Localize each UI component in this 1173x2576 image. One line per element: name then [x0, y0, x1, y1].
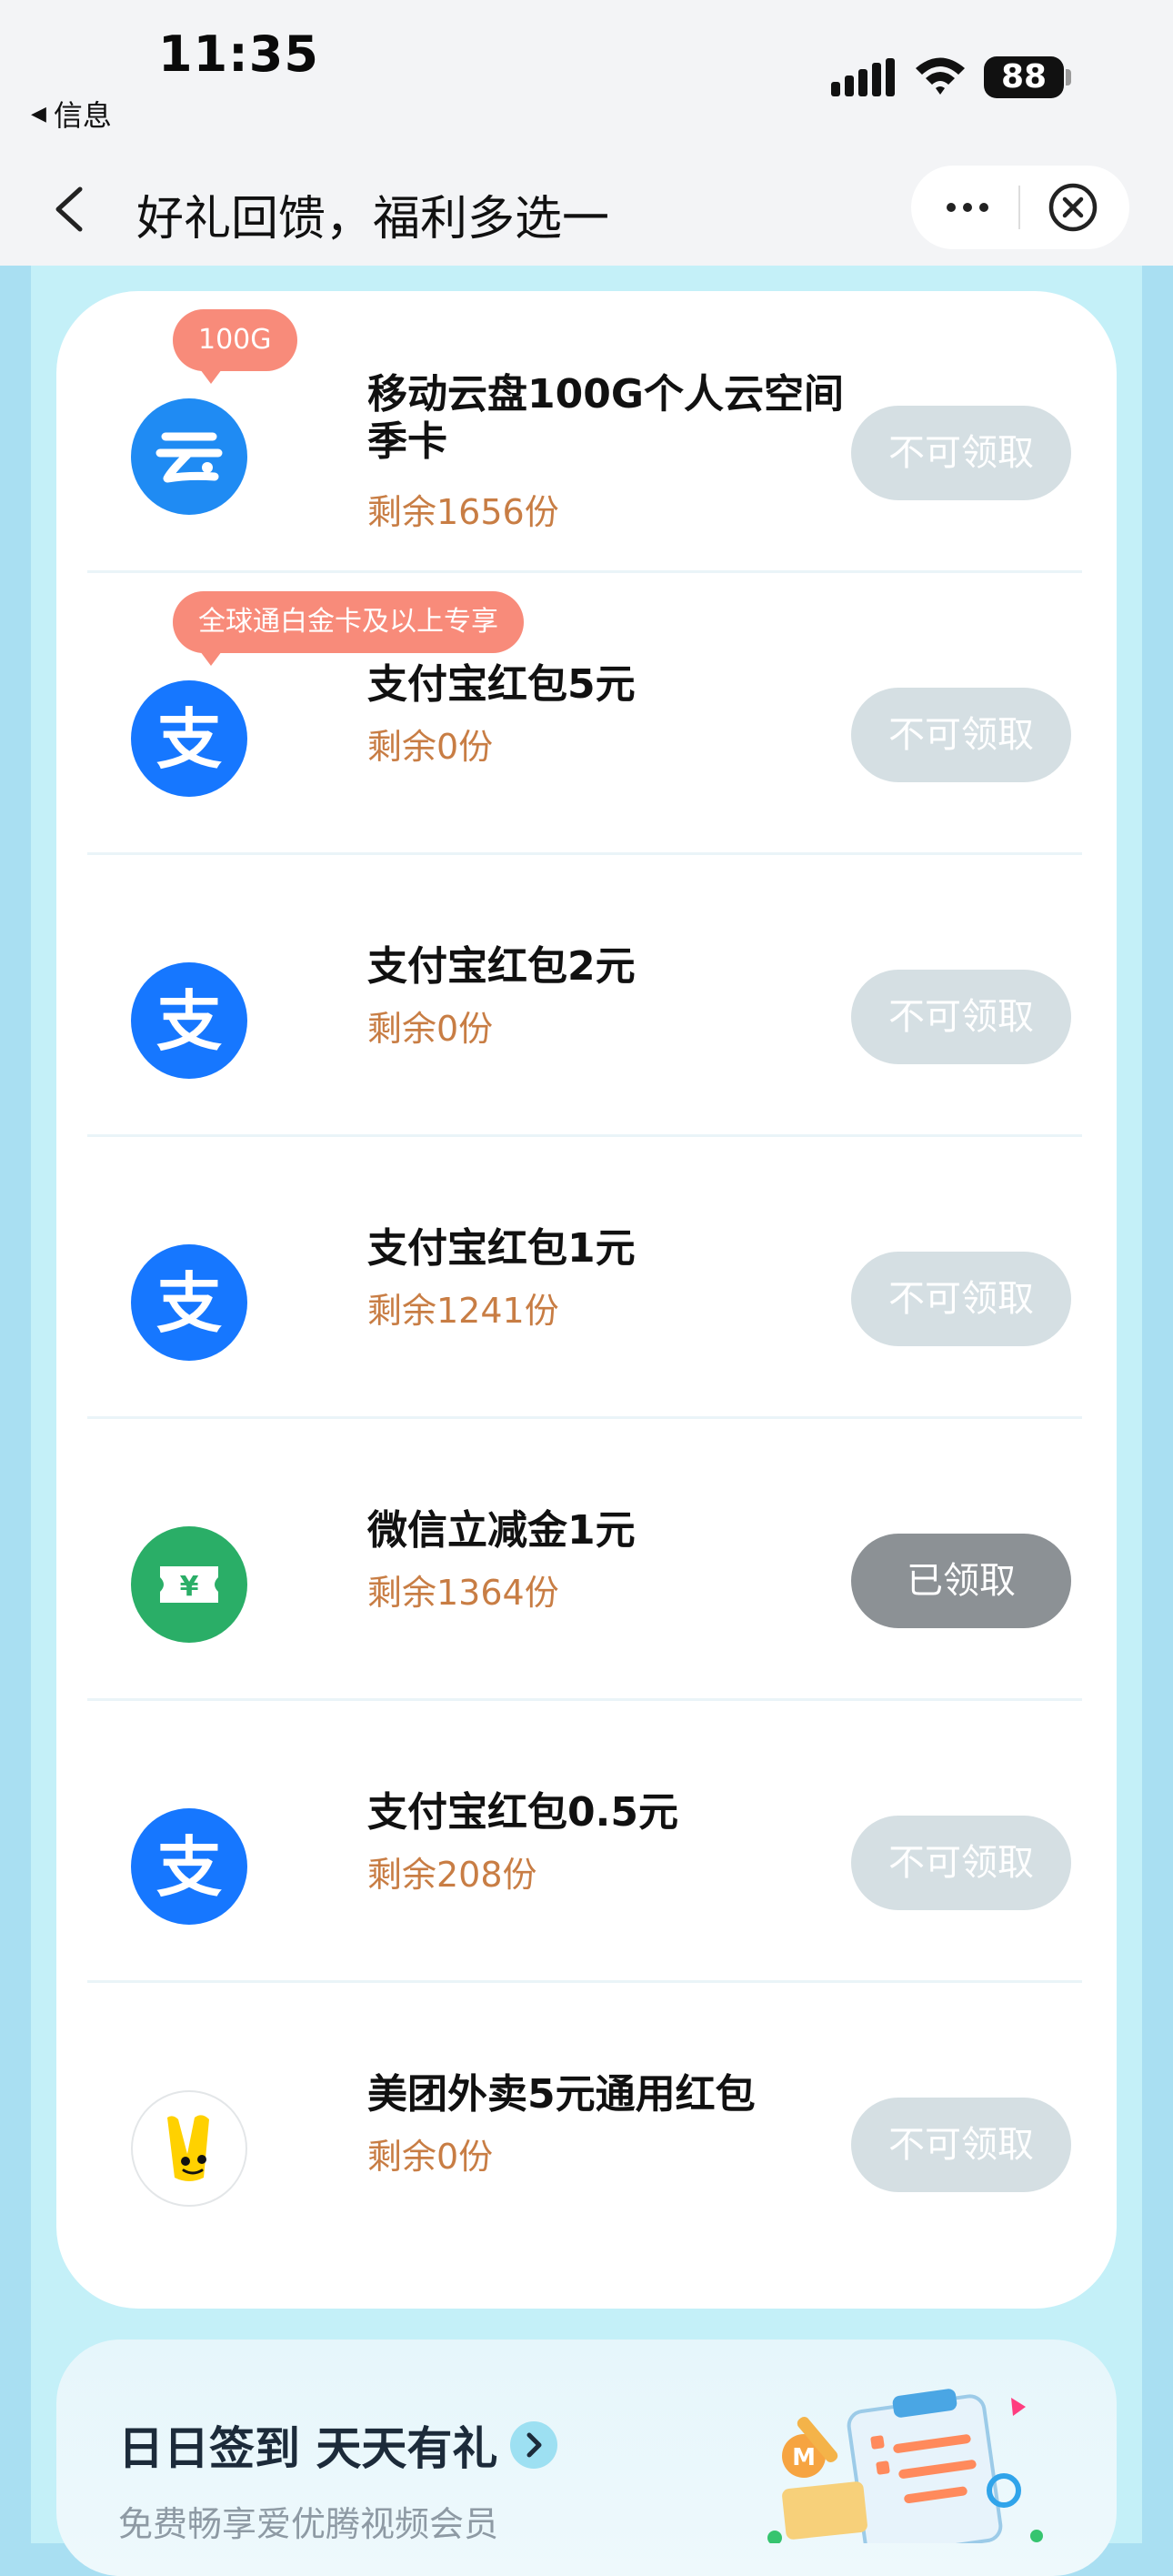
- signin-title[interactable]: 日日签到 天天有礼: [118, 2412, 558, 2478]
- mini-program-capsule: [911, 166, 1129, 249]
- reward-remaining: 剩余208份: [367, 1855, 537, 1895]
- signin-subtitle: 免费畅享爱优腾视频会员: [118, 2504, 499, 2544]
- cellular-signal-icon: [831, 58, 895, 96]
- reward-title: 微信立减金1元: [367, 1507, 636, 1554]
- alipay-icon: 支: [131, 1808, 247, 1925]
- reward-remaining: 剩余1241份: [367, 1291, 559, 1331]
- reward-remaining: 剩余0份: [367, 1009, 494, 1049]
- cloud-disk-icon: [131, 398, 247, 515]
- alipay-icon: 支: [131, 1244, 247, 1361]
- reward-remaining: 剩余1364份: [367, 1573, 559, 1613]
- reward-remaining: 剩余0份: [367, 2137, 494, 2177]
- exclusive-tag: 全球通白金卡及以上专享: [173, 591, 524, 666]
- status-time: 11:35: [158, 25, 319, 83]
- reward-title: 美团外卖5元通用红包: [367, 2071, 756, 2118]
- wechat-voucher-icon: ¥: [131, 1526, 247, 1643]
- signin-title-text: 日日签到 天天有礼: [118, 2422, 498, 2475]
- daily-signin-card[interactable]: 日日签到 天天有礼 免费畅享爱优腾视频会员 M: [56, 2340, 1117, 2576]
- claimed-button[interactable]: 已领取: [851, 1534, 1071, 1628]
- battery-tip: [1066, 69, 1071, 86]
- close-icon[interactable]: [1048, 182, 1098, 233]
- page-title: 好礼回馈，福利多选一: [136, 192, 610, 247]
- back-app-label: 信息: [53, 98, 112, 133]
- reward-item-alipay-2: 支 支付宝红包2元 剩余0份 不可领取: [56, 855, 1117, 1137]
- wifi-icon: [916, 57, 965, 95]
- reward-item-meituan-5: 美团外卖5元通用红包 剩余0份 不可领取: [56, 1983, 1117, 2265]
- reward-remaining: 剩余1656份: [367, 492, 559, 532]
- chevron-right-icon: [510, 2421, 558, 2469]
- claim-button[interactable]: 不可领取: [851, 406, 1071, 500]
- back-triangle-icon: ◀: [31, 102, 46, 126]
- svg-text:支: 支: [156, 1829, 222, 1906]
- reward-remaining: 剩余0份: [367, 727, 494, 767]
- chevron-left-icon[interactable]: [45, 178, 91, 240]
- svg-text:支: 支: [156, 983, 222, 1060]
- svg-text:支: 支: [156, 701, 222, 778]
- reward-title: 支付宝红包0.5元: [367, 1789, 678, 1836]
- reward-item-alipay-0-5: 支 支付宝红包0.5元 剩余208份 不可领取: [56, 1701, 1117, 1983]
- reward-title: 支付宝红包2元: [367, 943, 636, 990]
- back-to-app-link[interactable]: ◀ 信息: [31, 93, 112, 135]
- battery-level-icon: 88: [984, 56, 1064, 98]
- reward-title: 支付宝红包5元: [367, 661, 636, 708]
- more-options-icon[interactable]: [944, 187, 991, 227]
- gift-clipboard-illustration: M: [767, 2389, 1043, 2543]
- nav-bar: 好礼回馈，福利多选一: [0, 160, 1173, 266]
- claim-button[interactable]: 不可领取: [851, 1816, 1071, 1910]
- svg-text:M: M: [792, 2444, 816, 2471]
- reward-item-wechat-1: ¥ 微信立减金1元 剩余1364份 已领取: [56, 1419, 1117, 1701]
- reward-title: 支付宝红包1元: [367, 1225, 636, 1272]
- capsule-divider: [1018, 186, 1020, 229]
- capacity-tag: 100G: [173, 309, 297, 384]
- svg-text:支: 支: [156, 1265, 222, 1342]
- meituan-waimai-icon: [131, 2090, 247, 2207]
- status-bar: 11:35 ◀ 信息 88: [0, 0, 1173, 160]
- alipay-icon: 支: [131, 962, 247, 1079]
- claim-button[interactable]: 不可领取: [851, 970, 1071, 1064]
- claim-button[interactable]: 不可领取: [851, 2098, 1071, 2192]
- rewards-card: 移动云盘100G个人云空间季卡 剩余1656份 不可领取 100G 支 支付宝红…: [56, 291, 1117, 2309]
- claim-button[interactable]: 不可领取: [851, 1252, 1071, 1346]
- svg-text:¥: ¥: [180, 1571, 199, 1603]
- claim-button[interactable]: 不可领取: [851, 688, 1071, 782]
- reward-title: 移动云盘100G个人云空间季卡: [367, 371, 844, 465]
- alipay-icon: 支: [131, 680, 247, 797]
- reward-item-alipay-1: 支 支付宝红包1元 剩余1241份 不可领取: [56, 1137, 1117, 1419]
